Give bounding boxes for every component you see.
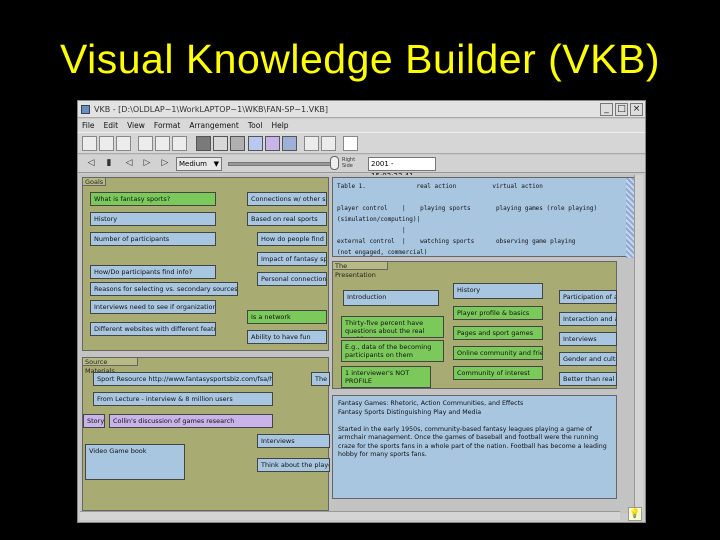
note-pres-13[interactable]: Gender and culture — [559, 352, 617, 366]
note-goal-13[interactable]: Personal connections — [257, 272, 327, 286]
note-pres-9[interactable]: Online community and friends — [453, 346, 543, 360]
note-pres-2[interactable]: History — [453, 283, 543, 299]
note-goal-2[interactable]: History — [90, 212, 216, 226]
note-goal-1[interactable]: What is fantasy sports? — [90, 192, 216, 206]
time-slider[interactable] — [228, 162, 333, 166]
step-back-icon[interactable]: ▮ — [102, 157, 116, 170]
note-goal-11[interactable]: Impact of fantasy sports — [257, 252, 327, 266]
note-pres-5[interactable]: E.g., data of the becoming participants … — [341, 340, 444, 362]
note-source-2[interactable]: From Lecture - interview & 8 million use… — [93, 392, 273, 406]
color-swatch-icon[interactable] — [248, 136, 263, 151]
table-edge-pattern — [626, 178, 634, 258]
note-goal-3[interactable]: Number of participants — [90, 232, 216, 246]
lightbulb-icon[interactable]: 💡 — [628, 507, 642, 521]
close-button[interactable]: × — [630, 103, 643, 116]
note-pres-6[interactable]: Participation of a broad population — [559, 290, 617, 304]
palette-icon[interactable] — [343, 136, 358, 151]
note-source-5[interactable]: Video Game book — [85, 444, 185, 480]
color-swatch-icon[interactable] — [213, 136, 228, 151]
note-goal-6[interactable]: Based on real sports — [247, 212, 327, 226]
note-source-8[interactable]: Think about the player — [257, 458, 330, 472]
slider-label: Right Side — [342, 157, 356, 169]
vertical-scrollbar[interactable] — [634, 175, 643, 513]
note-source-1[interactable]: Sport Resource http://www.fantasysportsb… — [93, 372, 273, 386]
presentation-collection[interactable]: The Presentation Introduction History Pl… — [332, 261, 617, 389]
chevron-down-icon: ▼ — [213, 160, 219, 168]
new-icon[interactable] — [82, 136, 97, 151]
table-text: Table 1. real action virtual action play… — [337, 183, 598, 256]
color-swatch-icon[interactable] — [196, 136, 211, 151]
note-pres-10[interactable]: Community of interest — [453, 366, 543, 380]
note-goal-7[interactable]: How do people find out about leagues? — [257, 232, 327, 246]
collection-tab[interactable]: Source Materials — [82, 357, 138, 375]
speed-value: Medium — [179, 160, 207, 168]
play-icon[interactable]: ▷ — [140, 157, 154, 170]
note-pres-7[interactable]: Interaction and agreement — [559, 312, 617, 326]
note-goal-10[interactable]: Different websites with different featur… — [90, 322, 216, 336]
note-pres-4[interactable]: Thirty-five percent have questions about… — [341, 316, 444, 338]
format-toolbar — [78, 132, 645, 154]
app-icon — [81, 105, 90, 114]
maximize-button[interactable]: □ — [615, 103, 628, 116]
note-goal-4[interactable]: How/Do participants find info? — [90, 265, 216, 279]
history-toolbar: ◁ ▮ ◁ ▷ ▷ Medium ▼ Right Side 2001 - 15:… — [78, 155, 645, 180]
workspace-canvas[interactable]: Goals What is fantasy sports? History Nu… — [80, 175, 635, 513]
line-style-icon[interactable] — [321, 136, 336, 151]
fast-forward-icon[interactable]: ▷ — [158, 157, 172, 170]
copy-icon[interactable] — [155, 136, 170, 151]
taxonomy-table[interactable]: Table 1. real action virtual action play… — [332, 177, 635, 258]
collection-tab[interactable]: Goals — [82, 177, 106, 186]
note-source-7[interactable]: Interviews — [257, 434, 330, 448]
window-titlebar[interactable]: VKB - [D:\OLDLAP~1\WorkLAPTOP~1\WKB\FAN-… — [78, 101, 645, 118]
collection-tab[interactable]: The Presentation — [332, 261, 388, 279]
note-goal-12[interactable]: Is a network — [247, 310, 327, 324]
note-source-6[interactable]: The history of sports — [311, 372, 330, 386]
note-pres-12[interactable]: Interviews — [559, 332, 617, 346]
color-swatch-icon[interactable] — [265, 136, 280, 151]
menu-arrangement[interactable]: Arrangement — [189, 119, 239, 132]
rewind-icon[interactable]: ◁ — [84, 157, 98, 170]
color-swatch-icon[interactable] — [230, 136, 245, 151]
menu-file[interactable]: File — [82, 119, 95, 132]
menu-format[interactable]: Format — [154, 119, 180, 132]
note-pres-14[interactable]: Better than real — [559, 372, 617, 386]
note-pres-1[interactable]: Introduction — [343, 290, 439, 306]
window-title: VKB - [D:\OLDLAP~1\WorkLAPTOP~1\WKB\FAN-… — [94, 105, 328, 114]
note-pres-3[interactable]: Player profile & basics — [453, 306, 543, 320]
vkb-window: VKB - [D:\OLDLAP~1\WorkLAPTOP~1\WKB\FAN-… — [77, 100, 646, 523]
menu-view[interactable]: View — [127, 119, 145, 132]
note-pres-8[interactable]: Pages and sport games — [453, 326, 543, 340]
slider-thumb[interactable] — [330, 156, 339, 170]
note-text: Fantasy Games: Rhetoric, Action Communit… — [338, 400, 607, 458]
paste-icon[interactable] — [172, 136, 187, 151]
note-goal-14[interactable]: Ability to have fun — [247, 330, 327, 344]
cut-icon[interactable] — [138, 136, 153, 151]
note-goal-8[interactable]: Reasons for selecting vs. secondary sour… — [90, 282, 238, 296]
open-icon[interactable] — [99, 136, 114, 151]
menu-edit[interactable]: Edit — [104, 119, 119, 132]
goals-collection[interactable]: Goals What is fantasy sports? History Nu… — [82, 177, 329, 351]
minimize-button[interactable]: _ — [600, 103, 613, 116]
fantasy-note[interactable]: Fantasy Games: Rhetoric, Action Communit… — [332, 395, 617, 499]
sources-collection[interactable]: Source Materials Sport Resource http://w… — [82, 357, 330, 511]
border-style-icon[interactable] — [304, 136, 319, 151]
note-goal-9[interactable]: Interviews need to see if organization — [90, 300, 216, 314]
menu-tool[interactable]: Tool — [248, 119, 263, 132]
save-icon[interactable] — [116, 136, 131, 151]
note-source-3[interactable]: Story — [83, 414, 105, 428]
menu-bar: File Edit View Format Arrangement Tool H… — [78, 119, 645, 132]
menu-help[interactable]: Help — [271, 119, 288, 132]
speed-select[interactable]: Medium ▼ — [176, 157, 222, 171]
color-swatch-icon[interactable] — [282, 136, 297, 151]
horizontal-scrollbar[interactable] — [80, 511, 620, 520]
back-icon[interactable]: ◁ — [122, 157, 136, 170]
slide-title: Visual Knowledge Builder (VKB) — [60, 36, 660, 82]
time-field[interactable]: 2001 - 15:02:23.41 — [368, 157, 436, 180]
note-goal-5[interactable]: Connections w/ other social-network — [247, 192, 327, 206]
note-pres-11[interactable]: 1 interviewer's NOT PROFILE — [341, 366, 431, 388]
note-source-4[interactable]: Collin's discussion of games research — [109, 414, 273, 428]
